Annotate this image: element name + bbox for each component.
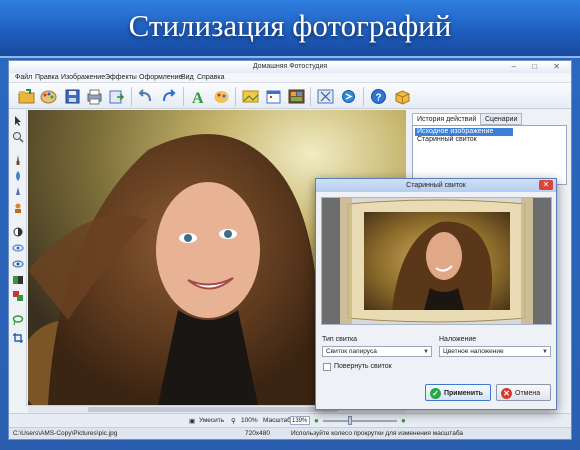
rotate-icon[interactable] xyxy=(339,87,358,106)
history-item[interactable]: Исходное изображение xyxy=(415,128,513,136)
eye-icon[interactable] xyxy=(12,242,24,254)
menu-effects[interactable]: Эффекты xyxy=(105,74,137,81)
layers-icon[interactable] xyxy=(12,274,24,286)
paint-icon[interactable] xyxy=(212,87,231,106)
save-icon[interactable] xyxy=(63,87,82,106)
crop-icon[interactable] xyxy=(12,332,24,344)
dialog-title-bar: Старинный свиток ✕ xyxy=(316,179,556,192)
apply-label: Применить xyxy=(444,390,483,397)
cancel-button[interactable]: ✕ Отмена xyxy=(496,384,551,401)
scroll-type-select[interactable]: Свиток папируса ▼ xyxy=(322,346,432,357)
open-folder-icon[interactable] xyxy=(17,87,36,106)
toolbar-separator xyxy=(131,87,132,106)
toolbar: A ? xyxy=(9,83,571,109)
print-icon[interactable] xyxy=(85,87,104,106)
preview-border-left xyxy=(322,198,340,324)
overlay-label: Наложение xyxy=(439,336,477,343)
overlay-select[interactable]: Цветное наложение ▼ xyxy=(439,346,551,357)
banner: Стилизация фотографий xyxy=(0,0,580,58)
rotate-checkbox[interactable] xyxy=(323,363,331,371)
banner-title: Стилизация фотографий xyxy=(128,8,452,43)
pointer-icon[interactable] xyxy=(12,115,24,127)
redo-icon[interactable] xyxy=(159,87,178,106)
toolbar-separator xyxy=(310,87,311,106)
overlay-value: Цветное наложение xyxy=(443,348,504,355)
zoom-in-icon[interactable]: ● xyxy=(401,416,406,425)
file-path: C:\Users\AMS-Copy\Pictures\pic.jpg xyxy=(13,430,118,437)
menu-file[interactable]: Файл xyxy=(15,74,32,81)
collage-icon[interactable] xyxy=(287,87,306,106)
scrollbar-thumb[interactable] xyxy=(88,407,338,412)
dialog-title: Старинный свиток xyxy=(406,182,466,189)
tab-scenarios[interactable]: Сценарии xyxy=(480,113,523,125)
tab-history[interactable]: История действий xyxy=(412,113,482,125)
status-hint: Используйте колесо прокрутки для изменен… xyxy=(291,430,464,437)
close-icon[interactable]: ✕ xyxy=(539,180,553,190)
window-title: Домашняя Фотостудия xyxy=(252,63,328,70)
zoom-100-button[interactable]: 100% xyxy=(241,417,258,424)
menu-design[interactable]: Оформление xyxy=(139,74,182,81)
title-bar: Домашняя Фотостудия – □ ✕ xyxy=(9,61,571,73)
export-icon[interactable] xyxy=(107,87,126,106)
scale-input[interactable]: 139% xyxy=(290,416,310,425)
svg-text:?: ? xyxy=(376,93,382,104)
history-item[interactable]: Старинный свиток xyxy=(415,136,479,144)
zoom-icon[interactable] xyxy=(12,131,24,143)
fit-icon[interactable]: ▣ xyxy=(189,417,195,425)
scroll-type-label: Тип свитка xyxy=(322,336,358,343)
effect-preview xyxy=(321,197,552,325)
stamp-icon[interactable] xyxy=(12,202,24,214)
rotate-label: Повернуть свиток xyxy=(334,363,392,370)
crop-icon[interactable] xyxy=(316,87,335,106)
history-list: Исходное изображение Старинный свиток xyxy=(412,125,567,185)
toolbar-separator xyxy=(183,87,184,106)
menu-bar: Файл Правка Изображение Эффекты Оформлен… xyxy=(9,73,571,83)
preview-border-right xyxy=(533,198,551,324)
menu-edit[interactable]: Правка xyxy=(35,74,59,81)
window-controls[interactable]: – □ ✕ xyxy=(512,62,567,71)
image-icon[interactable] xyxy=(241,87,260,106)
left-toolbar xyxy=(9,110,27,406)
svg-text:A: A xyxy=(192,90,204,106)
status-bar: C:\Users\AMS-Copy\Pictures\pic.jpg 720x4… xyxy=(9,427,571,439)
toolbar-separator xyxy=(235,87,236,106)
apply-button[interactable]: ✓ Применить xyxy=(425,384,491,401)
menu-view[interactable]: Вид xyxy=(181,74,194,81)
lasso-icon[interactable] xyxy=(12,314,24,326)
help-icon[interactable]: ? xyxy=(369,87,388,106)
scroll-dialog: Старинный свиток ✕ Тип свитка Свиток пап… xyxy=(315,178,557,410)
scroll-type-value: Свиток папируса xyxy=(326,348,377,355)
eye-icon[interactable] xyxy=(12,258,24,270)
circle-icon[interactable] xyxy=(12,226,24,238)
menu-help[interactable]: Справка xyxy=(197,74,224,81)
zoom-slider-thumb[interactable] xyxy=(347,416,352,425)
text-icon[interactable]: A xyxy=(189,87,208,106)
drop-icon[interactable] xyxy=(12,170,24,182)
chevron-down-icon: ▼ xyxy=(542,349,548,355)
palette-icon[interactable] xyxy=(39,87,58,106)
zoom-slider-track[interactable] xyxy=(323,420,397,422)
cancel-label: Отмена xyxy=(515,390,541,397)
menu-image[interactable]: Изображение xyxy=(61,74,105,81)
color-swap-icon[interactable] xyxy=(12,290,24,302)
zoom-100-icon[interactable]: ⚲ xyxy=(231,417,236,425)
brush-icon[interactable] xyxy=(12,154,24,166)
chevron-down-icon: ▼ xyxy=(423,349,429,355)
pen-icon[interactable] xyxy=(12,186,24,198)
scroll-preview-image xyxy=(340,198,533,324)
check-icon: ✓ xyxy=(430,388,441,399)
close-icon: ✕ xyxy=(501,388,512,399)
scale-label: Масштаб: xyxy=(263,417,293,424)
box-icon[interactable] xyxy=(393,87,412,106)
fit-button[interactable]: Умесить xyxy=(199,417,224,424)
zoom-bar: ▣ Умесить ⚲ 100% Масштаб: 139% ● ● xyxy=(9,413,571,427)
toolbar-separator xyxy=(363,87,364,106)
undo-icon[interactable] xyxy=(136,87,155,106)
image-dimensions: 720x480 xyxy=(245,430,270,437)
zoom-out-icon[interactable]: ● xyxy=(314,416,319,425)
calendar-icon[interactable] xyxy=(264,87,283,106)
